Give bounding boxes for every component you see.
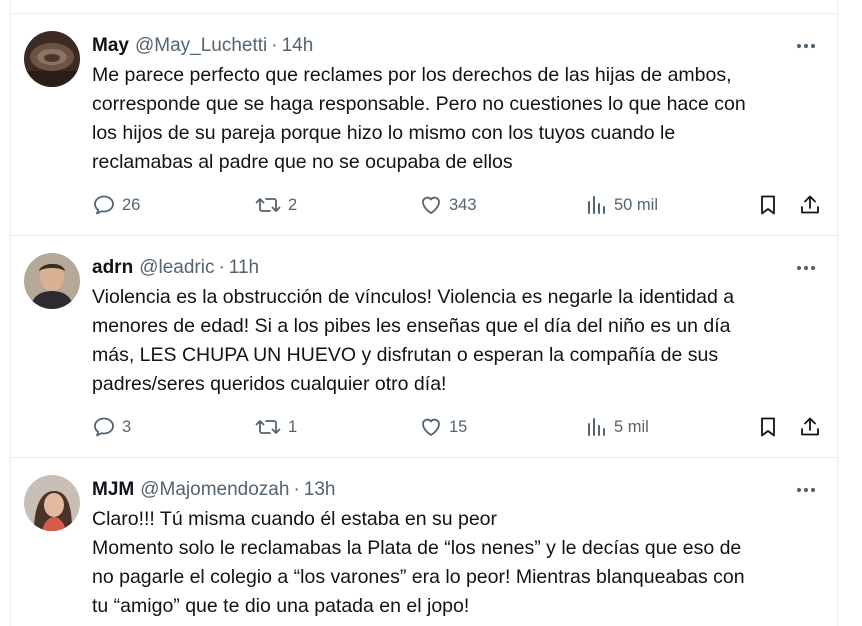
more-horizontal-icon: [796, 487, 816, 493]
heart-icon: [422, 418, 440, 436]
tweet-text-line: reclamabas al padre que no se ocupaba de…: [92, 151, 513, 173]
views-bars-icon: [588, 418, 605, 436]
retweet-icon: [255, 198, 281, 212]
views-button[interactable]: 50 mil: [584, 190, 658, 220]
tweet-text-line: corresponde que se haga responsable. Per…: [92, 93, 746, 115]
separator: ·: [293, 479, 300, 500]
tweet-text: Violencia es la obstrucción de vínculos!…: [92, 283, 832, 399]
retweet-count: 1: [288, 417, 298, 436]
share-upload-icon: [801, 417, 819, 436]
like-count: 15: [449, 417, 468, 436]
share-button[interactable]: [798, 412, 822, 442]
display-name[interactable]: MJM: [92, 479, 134, 501]
avatar-image: [24, 475, 80, 531]
tweet-text-line: Momento solo le reclamabas la Plata de “…: [92, 537, 742, 559]
like-button[interactable]: 15: [419, 412, 467, 442]
more-options-button[interactable]: [792, 34, 820, 58]
tweet-header: adrn @leadric · 11h: [92, 256, 259, 280]
like-button[interactable]: 343: [419, 190, 477, 220]
avatar-image: [24, 31, 80, 87]
tweet-adrn[interactable]: adrn @leadric · 11h Violencia es la obst…: [10, 236, 836, 457]
tweet-text: Me parece perfecto que reclames por los …: [92, 61, 832, 177]
tweet-text-line: no pagarle el colegio a “los varones” er…: [92, 566, 745, 588]
reply-button[interactable]: 3: [92, 412, 131, 442]
reply-bubble-icon: [94, 417, 114, 437]
views-bars-icon: [588, 196, 605, 214]
tweet-feed: May @May_Luchetti · 14h Me parece perfec…: [0, 0, 862, 626]
tweet-text-line: Violencia es la obstrucción de vínculos!…: [92, 286, 735, 308]
timeline-right-border: [837, 0, 838, 626]
tweet-mjm[interactable]: MJM @Majomendozah · 13h Claro!!! Tú mism…: [10, 458, 836, 626]
bookmark-icon: [761, 417, 775, 437]
avatar[interactable]: [24, 475, 80, 531]
views-button[interactable]: 5 mil: [584, 412, 649, 442]
avatar[interactable]: [24, 253, 80, 309]
like-count: 343: [449, 195, 477, 214]
more-options-button[interactable]: [792, 478, 820, 502]
tweet-text-line: menores de edad! Si a los pibes les ense…: [92, 315, 731, 337]
retweet-button[interactable]: 2: [254, 190, 297, 220]
tweet-text-line: más, LES CHUPA UN HUEVO y disfrutan o es…: [92, 344, 719, 366]
username[interactable]: @leadric: [139, 257, 214, 279]
avatar-image: [24, 253, 80, 309]
tweet-text-line: Claro!!! Tú misma cuando él estaba en su…: [92, 508, 498, 530]
tweet-text-line: padres/seres queridos cualquier otro día…: [92, 373, 447, 395]
share-upload-icon: [801, 195, 819, 214]
avatar[interactable]: [24, 31, 80, 87]
timestamp[interactable]: 11h: [229, 257, 259, 279]
reply-bubble-icon: [94, 195, 114, 215]
separator: ·: [271, 35, 278, 56]
username[interactable]: @May_Luchetti: [135, 35, 267, 57]
more-horizontal-icon: [796, 43, 816, 49]
timestamp[interactable]: 13h: [304, 479, 336, 501]
tweet-header: May @May_Luchetti · 14h: [92, 34, 313, 58]
reply-button[interactable]: 26: [92, 190, 140, 220]
tweet-actions: 3 1 15 5 mil: [92, 412, 832, 442]
view-count: 5 mil: [614, 417, 649, 436]
display-name[interactable]: adrn: [92, 257, 133, 279]
tweet-text-line: Me parece perfecto que reclames por los …: [92, 64, 732, 86]
tweet-actions: 26 2 343 50 mil: [92, 190, 832, 220]
reply-count: 3: [122, 417, 132, 436]
bookmark-button[interactable]: [756, 190, 780, 220]
bookmark-icon: [761, 195, 775, 215]
bookmark-button[interactable]: [756, 412, 780, 442]
more-options-button[interactable]: [792, 256, 820, 280]
reply-count: 26: [122, 195, 141, 214]
tweet-text: Claro!!! Tú misma cuando él estaba en su…: [92, 505, 832, 621]
view-count: 50 mil: [614, 195, 659, 214]
tweet-may[interactable]: May @May_Luchetti · 14h Me parece perfec…: [10, 14, 836, 235]
retweet-icon: [255, 420, 281, 434]
tweet-header: MJM @Majomendozah · 13h: [92, 478, 335, 502]
username[interactable]: @Majomendozah: [140, 479, 289, 501]
retweet-button[interactable]: 1: [254, 412, 297, 442]
timestamp[interactable]: 14h: [282, 35, 314, 57]
retweet-count: 2: [288, 195, 298, 214]
tweet-text-line: tu “amigo” que te dio una patada en el j…: [92, 595, 470, 617]
share-button[interactable]: [798, 190, 822, 220]
more-horizontal-icon: [796, 265, 816, 271]
tweet-text-line: los hijos de su pareja porque hizo lo mi…: [92, 122, 676, 144]
display-name[interactable]: May: [92, 35, 129, 57]
separator: ·: [218, 257, 225, 278]
heart-icon: [422, 196, 440, 214]
